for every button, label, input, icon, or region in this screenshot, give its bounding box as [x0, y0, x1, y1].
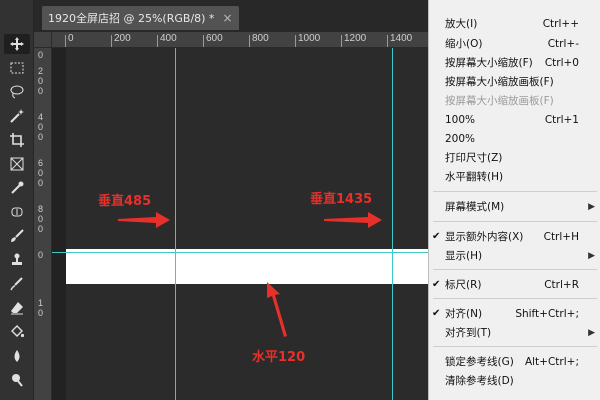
ruler-tick: 800: [249, 33, 269, 47]
annotation-vertical-1435: 垂直1435: [310, 192, 373, 207]
eyedropper-icon[interactable]: [4, 178, 30, 198]
vertical-guide-485[interactable]: [175, 48, 176, 400]
lasso-icon[interactable]: [4, 82, 30, 102]
menu-separator: [433, 191, 597, 192]
submenu-arrow-icon: ▶: [588, 201, 595, 212]
menu-item-fit-artboard: 按屏幕大小缩放画板(F): [445, 95, 554, 107]
ruler-tick: 0: [38, 308, 44, 318]
menu-item-snap-to[interactable]: 对齐到(T) ▶: [429, 323, 600, 342]
annotation-arrow-up-icon: [267, 282, 287, 337]
ruler-tick: 6: [38, 158, 44, 168]
ruler-tick: 1200: [340, 33, 367, 47]
ruler-tick: 1400: [386, 33, 413, 47]
ruler-tick: 1000: [294, 33, 321, 47]
ruler-tick: 0: [38, 50, 44, 60]
ruler-tick: 400: [157, 33, 177, 47]
ruler-tick: 8: [38, 204, 44, 214]
ruler-tick: 0: [38, 178, 44, 188]
document-tab[interactable]: 1920全屏店招 @ 25%(RGB/8) * ×: [42, 6, 239, 30]
menu-separator: [433, 221, 597, 222]
move-icon[interactable]: [4, 34, 30, 54]
menu-item-zoom-out[interactable]: 缩小(O) Ctrl+-: [429, 34, 600, 53]
menu-item-clear-guides[interactable]: 清除参考线(D): [429, 371, 600, 390]
menu-item-snap[interactable]: ✔ 对齐(N) Shift+Ctrl+;: [429, 304, 600, 323]
ruler-tick: 0: [38, 122, 44, 132]
menu-item-100-percent[interactable]: 100% Ctrl+1: [429, 110, 600, 129]
white-banner-layer[interactable]: [66, 249, 428, 284]
close-icon[interactable]: ×: [222, 11, 232, 25]
document-canvas[interactable]: 垂直485 垂直1435 水平120: [52, 48, 428, 400]
menu-separator: [433, 346, 597, 347]
menu-separator: [433, 269, 597, 270]
horizontal-guide-120[interactable]: [52, 252, 428, 253]
menu-item-show[interactable]: 显示(H) ▶: [429, 246, 600, 265]
dodge-icon[interactable]: [4, 370, 30, 390]
horizontal-ruler[interactable]: 0 200 400 600 800 1000 1200 1400: [52, 32, 428, 48]
crop-icon[interactable]: [4, 130, 30, 150]
annotation-arrow-right-icon: [324, 212, 382, 228]
paint-bucket-icon[interactable]: [4, 322, 30, 342]
menu-item-200-percent[interactable]: 200%: [429, 129, 600, 148]
document-tab-bar: 1920全屏店招 @ 25%(RGB/8) * ×: [34, 0, 428, 32]
eraser-icon[interactable]: [4, 298, 30, 318]
ruler-tick: 200: [111, 33, 131, 47]
ruler-tick: 0: [38, 132, 44, 142]
menu-item-show-extras[interactable]: ✔ 显示额外内容(X) Ctrl+H: [429, 227, 600, 246]
ruler-tick: 0: [38, 168, 44, 178]
ruler-tick: 0: [65, 33, 74, 47]
blur-icon[interactable]: [4, 346, 30, 366]
menu-item-rulers[interactable]: ✔ 标尺(R) Ctrl+R: [429, 275, 600, 294]
pasteboard: [52, 48, 66, 400]
annotation-horizontal-120: 水平120: [252, 350, 306, 365]
healing-brush-icon[interactable]: [4, 202, 30, 222]
frame-icon[interactable]: [4, 154, 30, 174]
ruler-tick: 0: [38, 250, 44, 260]
menu-separator: [433, 298, 597, 299]
document-title: 1920全屏店招 @ 25%(RGB/8) *: [48, 12, 215, 25]
annotation-vertical-485: 垂直485: [98, 194, 152, 209]
menu-item-zoom-in[interactable]: 放大(I) Ctrl++: [429, 14, 600, 33]
marquee-icon[interactable]: [4, 58, 30, 78]
ruler-tick: 0: [38, 76, 44, 86]
ruler-tick: 2: [38, 66, 44, 76]
submenu-arrow-icon: ▶: [588, 327, 595, 338]
brush-icon[interactable]: [4, 226, 30, 246]
checkmark-icon: ✔: [432, 279, 441, 290]
menu-item-lock-guides[interactable]: 锁定参考线(G) Alt+Ctrl+;: [429, 352, 600, 371]
ruler-tick: 1: [38, 298, 44, 308]
ruler-tick: 0: [38, 224, 44, 234]
menu-item-screen-mode[interactable]: 屏幕模式(M) ▶: [429, 197, 600, 216]
ruler-origin[interactable]: [34, 32, 52, 48]
menu-item-fit-screen[interactable]: 按屏幕大小缩放(F) Ctrl+0: [429, 53, 600, 72]
vertical-ruler[interactable]: 0 2 0 0 4 0 0 6 0 0 8 0 0 0 1 0: [34, 48, 52, 400]
submenu-arrow-icon: ▶: [588, 250, 595, 261]
tools-panel: [0, 0, 34, 400]
annotation-arrow-right-icon: [118, 212, 170, 228]
view-menu: 放大(I) Ctrl++ 缩小(O) Ctrl+- 按屏幕大小缩放(F) Ctr…: [428, 0, 600, 400]
ruler-tick: 0: [38, 86, 44, 96]
checkmark-icon: ✔: [432, 231, 441, 242]
magic-wand-icon[interactable]: [4, 106, 30, 126]
ruler-tick: 4: [38, 112, 44, 122]
stamp-icon[interactable]: [4, 250, 30, 270]
ruler-tick: 0: [38, 214, 44, 224]
vertical-guide-1435[interactable]: [392, 48, 393, 400]
ruler-tick: 600: [203, 33, 223, 47]
menu-item-flip-horizontal[interactable]: 水平翻转(H): [429, 167, 600, 186]
history-brush-icon[interactable]: [4, 274, 30, 294]
checkmark-icon: ✔: [432, 308, 441, 319]
menu-item-fit-layer[interactable]: 按屏幕大小缩放画板(F): [429, 72, 600, 91]
menu-item-print-size[interactable]: 打印尺寸(Z): [429, 148, 600, 167]
